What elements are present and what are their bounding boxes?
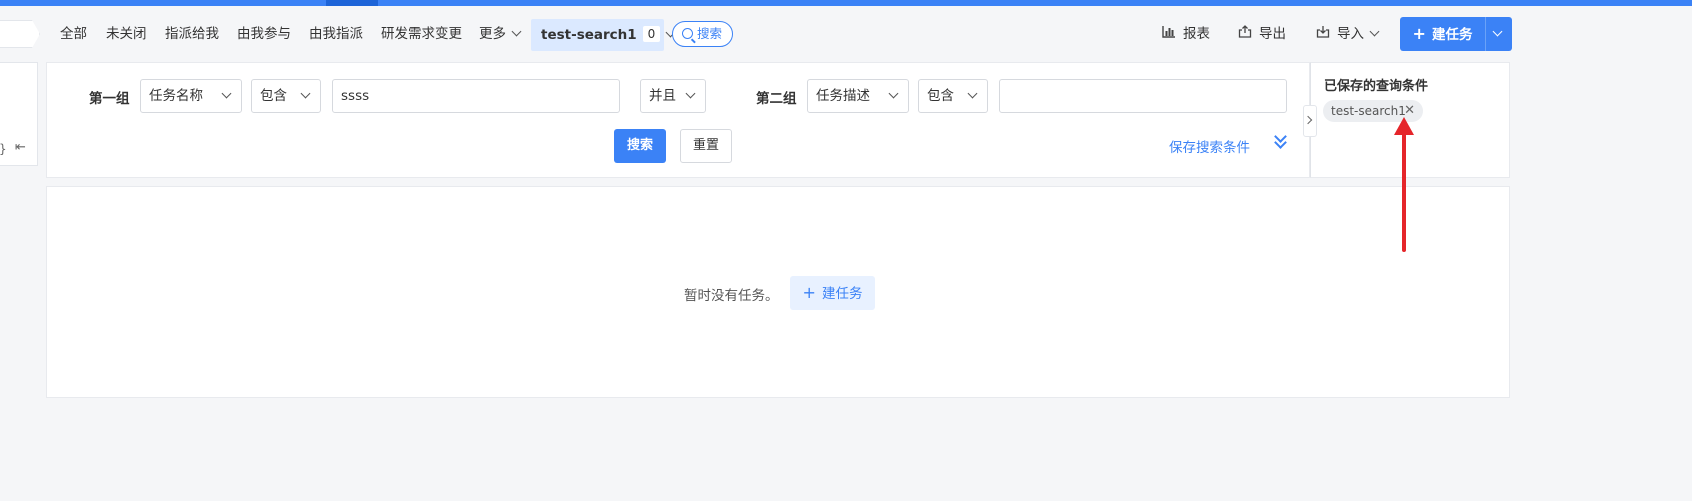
group2-value-input[interactable] (999, 79, 1287, 113)
group2-field-value: 任务描述 (816, 88, 870, 104)
brace-glyph: } (0, 142, 7, 156)
group1-operator-select[interactable]: 包含 (251, 79, 321, 113)
new-task-button[interactable]: + 建任务 (1400, 17, 1486, 51)
chevron-right-icon (1303, 115, 1313, 125)
chevron-down-icon (221, 88, 232, 99)
tab-test-search1[interactable]: test-search1 0 (531, 19, 676, 51)
tab-unclosed[interactable]: 未关闭 (106, 17, 147, 51)
left-sidebar-stub: } ⇤ (0, 62, 38, 166)
tab-more-label: 更多 (479, 26, 506, 42)
collapse-left-icon[interactable]: ⇤ (15, 140, 26, 155)
tab-rd-change[interactable]: 研发需求变更 (381, 17, 462, 51)
new-task-split-button: + 建任务 (1400, 17, 1512, 51)
export-icon (1238, 18, 1252, 52)
report-button[interactable]: 报表 (1162, 17, 1210, 51)
tab-involved[interactable]: 由我参与 (237, 17, 291, 51)
tab-count-badge: 0 (642, 26, 661, 42)
reset-button[interactable]: 重置 (680, 129, 732, 163)
export-button[interactable]: 导出 (1238, 17, 1286, 51)
view-tabs-bar: 全部 未关闭 指派给我 由我参与 由我指派 研发需求变更 更多 test-sea… (0, 17, 1692, 51)
group2-operator-value: 包含 (927, 88, 954, 104)
search-button[interactable]: 搜索 (614, 129, 666, 163)
tab-assigned-by-me[interactable]: 由我指派 (309, 17, 363, 51)
group1-value-input[interactable] (332, 79, 620, 113)
chevron-down-icon (1369, 26, 1380, 37)
nav-left-arrow-stub[interactable] (0, 20, 40, 48)
group2-operator-select[interactable]: 包含 (918, 79, 988, 113)
group1-operator-value: 包含 (260, 88, 287, 104)
chevron-down-icon (888, 88, 899, 99)
nav-search-label: 搜索 (697, 26, 723, 41)
save-search-link[interactable]: 保存搜索条件 (1169, 136, 1250, 156)
search-icon (682, 28, 693, 39)
task-list-area: 暂时没有任务。 + 建任务 (46, 186, 1510, 398)
chevron-down-icon (967, 88, 978, 99)
search-filter-panel: 第一组 任务名称 包含 并且 第二组 任务描述 包含 搜索 重置 保存搜索条件 (46, 62, 1310, 178)
plus-icon: + (802, 283, 816, 302)
tab-all[interactable]: 全部 (60, 17, 87, 51)
chevron-down-icon (685, 88, 696, 99)
import-label: 导入 (1337, 26, 1364, 42)
saved-queries-title: 已保存的查询条件 (1324, 79, 1429, 94)
chevron-down-icon (300, 88, 311, 99)
chevron-down-icon (1492, 26, 1503, 37)
group1-label: 第一组 (89, 91, 130, 107)
new-task-label: 建任务 (1431, 27, 1473, 43)
empty-state-text: 暂时没有任务。 (684, 288, 779, 304)
report-label: 报表 (1183, 26, 1210, 42)
empty-new-task-button[interactable]: + 建任务 (790, 276, 875, 310)
group2-label: 第二组 (756, 91, 797, 107)
logic-operator-select[interactable]: 并且 (640, 79, 706, 113)
tab-more[interactable]: 更多 (479, 17, 522, 51)
tab-assigned-to-me[interactable]: 指派给我 (165, 17, 219, 51)
top-accent-active-segment (326, 0, 378, 6)
group2-field-select[interactable]: 任务描述 (807, 79, 909, 113)
annotation-arrow (1394, 117, 1414, 252)
chevron-down-icon (511, 26, 522, 37)
plus-icon: + (1412, 24, 1426, 43)
group1-field-select[interactable]: 任务名称 (140, 79, 242, 113)
logic-operator-value: 并且 (649, 88, 676, 104)
new-task-dropdown-button[interactable] (1486, 17, 1512, 51)
group1-field-value: 任务名称 (149, 88, 203, 104)
export-label: 导出 (1259, 26, 1286, 42)
double-chevron-down-icon[interactable] (1274, 130, 1288, 152)
nav-search-button[interactable]: 搜索 (672, 21, 733, 47)
import-button[interactable]: 导入 (1316, 17, 1380, 52)
import-icon (1316, 18, 1330, 52)
collapse-saved-panel-toggle[interactable] (1303, 105, 1317, 137)
bar-chart-icon (1162, 18, 1176, 52)
tab-test-search1-label: test-search1 (541, 27, 637, 43)
empty-new-task-label: 建任务 (821, 286, 863, 302)
top-accent-bar (0, 0, 1692, 6)
